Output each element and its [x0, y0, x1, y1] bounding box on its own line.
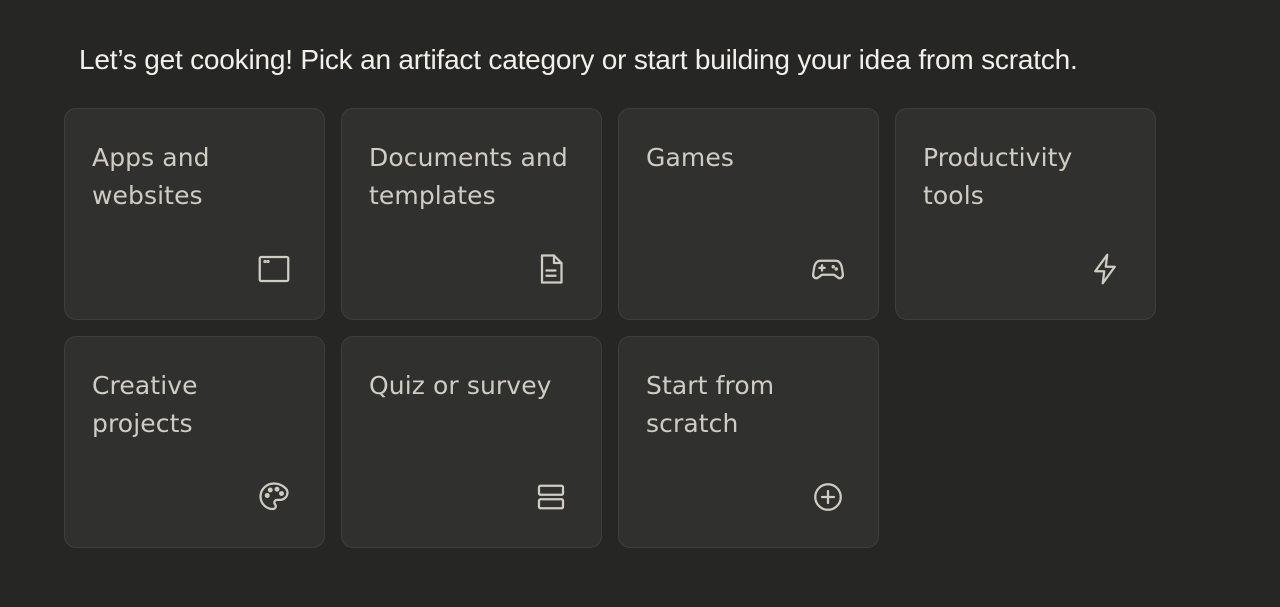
card-quiz-or-survey[interactable]: Quiz or survey [341, 336, 602, 548]
category-grid: Apps and websites Documents and template… [64, 108, 1156, 548]
app-window-icon [254, 249, 294, 289]
card-start-from-scratch[interactable]: Start from scratch [618, 336, 879, 548]
card-label: Creative projects [92, 371, 198, 438]
card-apps-and-websites[interactable]: Apps and websites [64, 108, 325, 320]
card-label: Apps and websites [92, 143, 210, 210]
intro-heading: Let’s get cooking! Pick an artifact cate… [79, 44, 1078, 75]
card-label: Games [646, 143, 734, 172]
card-games[interactable]: Games [618, 108, 879, 320]
lightning-icon [1085, 249, 1125, 289]
card-label: Documents and templates [369, 143, 568, 210]
card-label: Quiz or survey [369, 371, 552, 400]
card-creative-projects[interactable]: Creative projects [64, 336, 325, 548]
plus-circle-icon [808, 477, 848, 517]
palette-icon [254, 477, 294, 517]
card-label: Start from scratch [646, 371, 775, 438]
card-productivity-tools[interactable]: Productivity tools [895, 108, 1156, 320]
rows-icon [531, 477, 571, 517]
card-documents-and-templates[interactable]: Documents and templates [341, 108, 602, 320]
document-icon [531, 249, 571, 289]
card-label: Productivity tools [923, 143, 1073, 210]
gamepad-icon [808, 249, 848, 289]
